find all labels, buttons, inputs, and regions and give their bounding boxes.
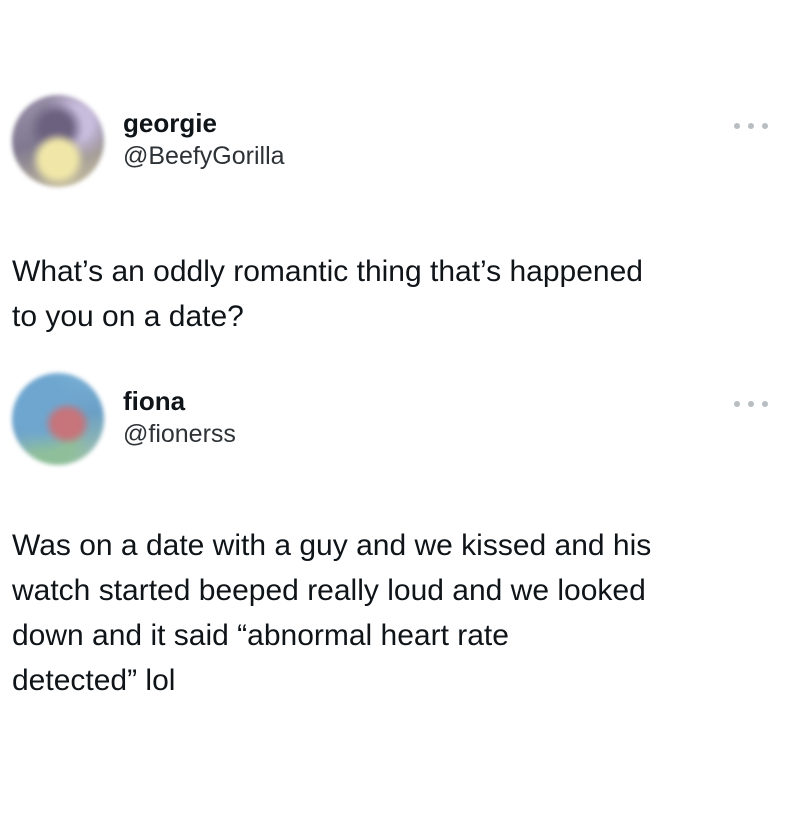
avatar[interactable]: [12, 95, 104, 187]
dot-icon: [762, 401, 768, 407]
tweet-text-line: What’s an oddly romantic thing that’s ha…: [12, 255, 643, 288]
tweet-header: fiona @fionerss: [0, 373, 800, 473]
tweet-header: georgie @BeefyGorilla: [0, 95, 800, 195]
user-handle[interactable]: @BeefyGorilla: [123, 139, 285, 173]
tweet-text-line: watch started beeped really loud and we …: [12, 574, 646, 607]
tweet-georgie: georgie @BeefyGorilla What’s an oddly ro…: [0, 95, 800, 339]
tweet-text-line: Was on a date with a guy and we kissed a…: [12, 529, 652, 562]
tweet-text: What’s an oddly romantic thing that’s ha…: [0, 249, 800, 339]
tweet-fiona: fiona @fionerss Was on a date with a guy…: [0, 373, 800, 703]
more-options-icon[interactable]: [734, 121, 768, 131]
more-options-icon[interactable]: [734, 399, 768, 409]
display-name[interactable]: georgie: [123, 107, 285, 139]
dot-icon: [748, 123, 754, 129]
avatar[interactable]: [12, 373, 104, 465]
user-handle[interactable]: @fionerss: [123, 417, 236, 451]
tweet-text-line: detected” lol: [12, 664, 176, 697]
tweet-text-line: down and it said “abnormal heart rate: [12, 619, 509, 652]
display-name[interactable]: fiona: [123, 385, 236, 417]
dot-icon: [734, 401, 740, 407]
user-names: georgie @BeefyGorilla: [123, 107, 285, 173]
tweet-text: Was on a date with a guy and we kissed a…: [0, 523, 800, 703]
tweet-text-line: to you on a date?: [12, 300, 244, 333]
dot-icon: [762, 123, 768, 129]
dot-icon: [734, 123, 740, 129]
user-names: fiona @fionerss: [123, 385, 236, 451]
dot-icon: [748, 401, 754, 407]
